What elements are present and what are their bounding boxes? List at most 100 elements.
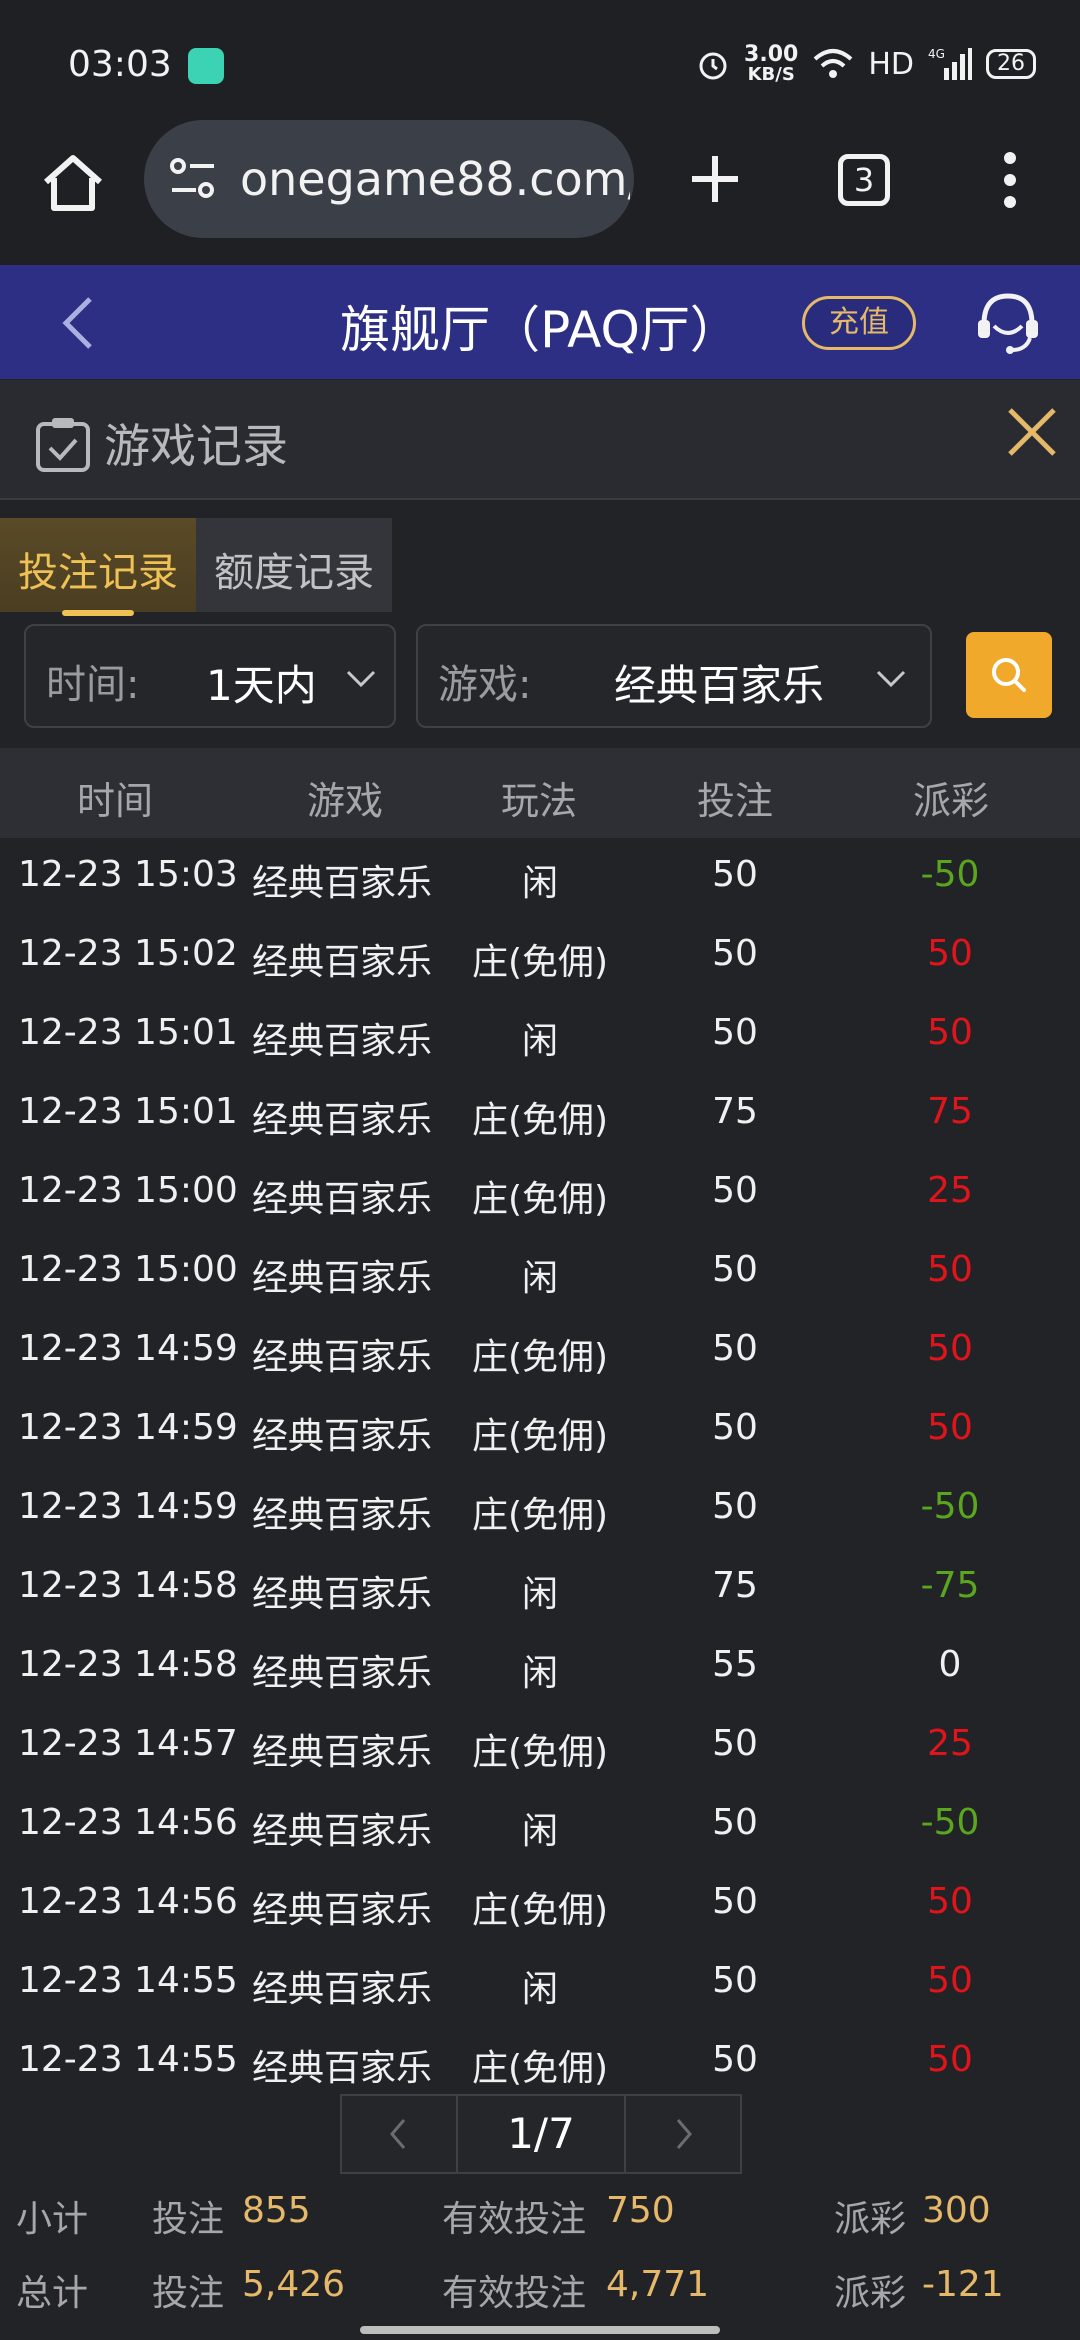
cell-payout: 50 <box>927 1960 973 2001</box>
cell-payout: 75 <box>927 1091 973 1132</box>
gesture-bar[interactable] <box>360 2326 720 2334</box>
pagination: 1/7 <box>340 2094 742 2174</box>
game-filter-select[interactable]: 游戏: 经典百家乐 <box>416 624 932 728</box>
time-filter-select[interactable]: 时间: 1天内 <box>24 624 396 728</box>
cell-bet: 75 <box>712 1091 758 1132</box>
cell-play: 闲 <box>521 1574 558 1615</box>
cell-time: 12-23 15:01 <box>18 1091 238 1132</box>
tab-credit-records[interactable]: 额度记录 <box>196 518 392 612</box>
table-row: 12-23 14:56 经典百家乐闲 50 -50 <box>0 1786 1080 1865</box>
address-bar[interactable]: onegame88.com/ <box>144 120 634 238</box>
game-filter-value: 经典百家乐 <box>614 661 825 710</box>
total-payout-value: -121 <box>922 2264 1004 2305</box>
cell-payout: 50 <box>927 1249 973 1290</box>
customer-service-icon[interactable] <box>974 290 1042 356</box>
cell-time: 12-23 14:55 <box>18 2039 238 2080</box>
clipboard-check-icon <box>36 418 90 472</box>
total-label: 总计 <box>16 2273 89 2314</box>
cell-bet: 75 <box>712 1565 758 1606</box>
cell-time: 12-23 15:00 <box>18 1170 238 1211</box>
alarm-icon <box>699 52 727 80</box>
cell-play: 庄(免佣) <box>471 942 609 983</box>
table-row: 12-23 15:01 经典百家乐 庄(免佣) 75 75 <box>0 1075 1080 1154</box>
cell-time: 12-23 14:58 <box>18 1644 238 1685</box>
time-filter-label: 时间: <box>46 662 140 708</box>
table-header: 时间 游戏 玩法 投注 派彩 <box>0 748 1080 838</box>
cell-play: 闲 <box>521 1653 558 1694</box>
cell-play: 庄(免佣) <box>471 2048 609 2089</box>
prev-page-button[interactable] <box>342 2096 456 2172</box>
cell-time: 12-23 14:59 <box>18 1328 238 1369</box>
column-header-bet: 投注 <box>696 779 773 823</box>
status-bar: 03:03 3.00 KB/S HD 4G 26 <box>0 0 1080 130</box>
cell-bet: 50 <box>712 1802 758 1843</box>
subtotal-bet-label: 投注 <box>152 2199 225 2240</box>
new-tab-icon[interactable] <box>688 152 742 206</box>
cell-play: 闲 <box>521 1021 558 1062</box>
subtotal-label: 小计 <box>16 2199 89 2240</box>
search-button[interactable] <box>966 632 1052 718</box>
app-notification-icon <box>188 48 224 84</box>
subtotal-valid-label: 有效投注 <box>442 2199 587 2240</box>
chevron-right-icon <box>676 2119 692 2149</box>
cell-bet: 55 <box>712 1644 758 1685</box>
cell-payout: 50 <box>927 1012 973 1053</box>
url-text[interactable]: onegame88.com/ <box>240 152 630 206</box>
cell-time: 12-23 15:00 <box>18 1249 238 1290</box>
cell-time: 12-23 14:55 <box>18 1960 238 2001</box>
cell-play: 庄(免佣) <box>471 1495 609 1536</box>
cell-time: 12-23 14:56 <box>18 1802 238 1843</box>
table-row: 12-23 15:01 经典百家乐闲 50 50 <box>0 996 1080 1075</box>
tab-switcher-button[interactable]: 3 <box>838 154 890 206</box>
cell-bet: 50 <box>712 1328 758 1369</box>
subtotal-row: 小计 投注 855 有效投注 750 派彩 300 <box>0 2190 1080 2260</box>
cell-bet: 50 <box>712 1486 758 1527</box>
tab-bet-records[interactable]: 投注记录 <box>0 518 196 616</box>
column-header-play: 玩法 <box>500 779 577 823</box>
cell-bet: 50 <box>712 1249 758 1290</box>
cell-play: 庄(免佣) <box>471 1179 609 1220</box>
page-title: 旗舰厅（PAQ厅） <box>340 301 740 359</box>
page-indicator: 1/7 <box>456 2096 626 2172</box>
recharge-button[interactable]: 充值 <box>802 296 916 350</box>
subtotal-valid-value: 750 <box>606 2190 675 2231</box>
chevron-down-icon <box>876 670 906 688</box>
home-icon[interactable] <box>40 150 106 216</box>
cell-bet: 50 <box>712 2039 758 2080</box>
next-page-button[interactable] <box>626 2096 740 2172</box>
cell-payout: 50 <box>927 933 973 974</box>
cell-time: 12-23 14:58 <box>18 1565 238 1606</box>
table-row: 12-23 15:00 经典百家乐闲 50 50 <box>0 1233 1080 1312</box>
total-payout-label: 派彩 <box>834 2273 907 2314</box>
table-row: 12-23 14:58 经典百家乐闲 75 -75 <box>0 1549 1080 1628</box>
subtotal-payout-value: 300 <box>922 2190 991 2231</box>
back-arrow-icon[interactable] <box>58 295 98 351</box>
cell-bet: 50 <box>712 933 758 974</box>
panel-title: 游戏记录 <box>104 419 288 473</box>
browser-toolbar: onegame88.com/ 3 <box>0 120 1080 265</box>
time-filter-value: 1天内 <box>206 661 317 710</box>
close-icon[interactable] <box>1004 404 1060 460</box>
total-bet-value: 5,426 <box>242 2264 346 2305</box>
table-row: 12-23 15:00 经典百家乐 庄(免佣) 50 25 <box>0 1154 1080 1233</box>
cell-bet: 50 <box>712 1012 758 1053</box>
table-row: 12-23 14:57 经典百家乐 庄(免佣) 50 25 <box>0 1707 1080 1786</box>
cell-play: 庄(免佣) <box>471 1100 609 1141</box>
cell-payout: -50 <box>920 1802 980 1843</box>
wifi-icon <box>814 49 853 78</box>
search-icon <box>992 658 1026 692</box>
site-settings-icon[interactable] <box>168 156 218 202</box>
table-row: 12-23 15:03 经典百家乐闲 50 -50 <box>0 838 1080 917</box>
cell-time: 12-23 15:01 <box>18 1012 238 1053</box>
subtotal-bet-value: 855 <box>242 2190 311 2231</box>
cell-payout: 50 <box>927 1881 973 1922</box>
cell-bet: 50 <box>712 1723 758 1764</box>
cell-play: 闲 <box>521 1811 558 1852</box>
svg-text:4G: 4G <box>928 47 945 61</box>
cell-bet: 50 <box>712 1960 758 2001</box>
cell-play: 庄(免佣) <box>471 1732 609 1773</box>
hd-label: HD <box>868 46 914 82</box>
game-filter-label: 游戏: <box>438 662 532 708</box>
more-menu-icon[interactable] <box>1000 150 1020 210</box>
cell-play: 庄(免佣) <box>471 1890 609 1931</box>
